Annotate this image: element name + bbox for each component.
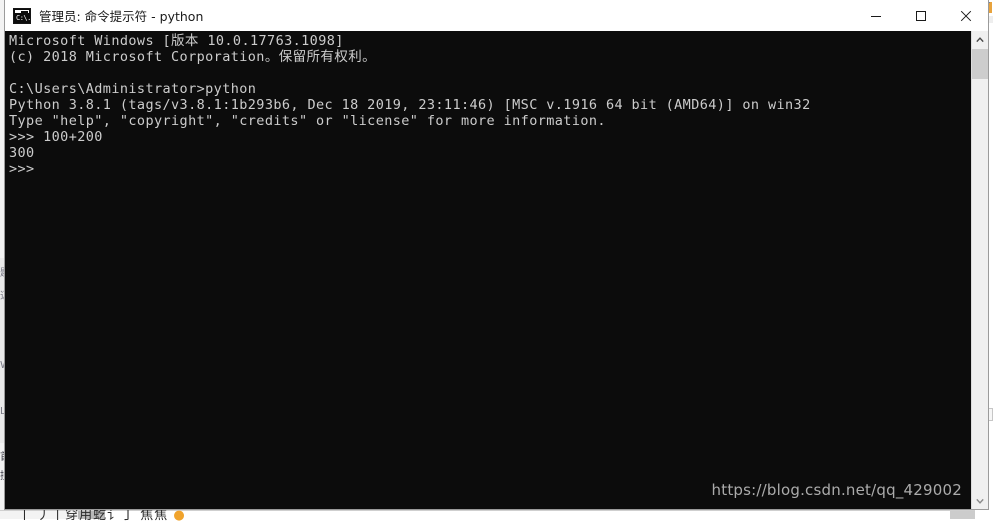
cmd-icon: C:\. [13, 7, 31, 24]
watermark-text: https://blog.csdn.net/qq_429002 [711, 481, 962, 499]
command-prompt-window[interactable]: C:\. 管理员: 命令提示符 - python Microsoft Windo… [4, 0, 989, 510]
background-caption-emoji: ● [173, 508, 186, 523]
window-title-bar[interactable]: C:\. 管理员: 命令提示符 - python [5, 0, 988, 32]
minimize-button[interactable] [853, 0, 898, 31]
cmd-icon-titlebar [15, 9, 29, 14]
console-text: Microsoft Windows [版本 10.0.17763.1098] (… [9, 33, 811, 177]
background-bottom-right [105, 511, 975, 519]
maximize-button[interactable] [898, 0, 943, 31]
scrollbar-thumb[interactable] [972, 49, 988, 79]
window-title: 管理员: 命令提示符 - python [39, 9, 204, 24]
console-scrollbar[interactable] [971, 31, 988, 509]
cmd-icon-prompt-glyph: C:\. [16, 13, 31, 22]
background-bottom-caption-text: 丨 丿丨穿用虼讠丁 焦焦 [18, 508, 169, 523]
window-controls [853, 0, 988, 31]
background-bottom-right-thumb[interactable] [950, 511, 975, 519]
close-button[interactable] [943, 0, 988, 31]
console-output-area[interactable]: Microsoft Windows [版本 10.0.17763.1098] (… [5, 31, 988, 509]
scrollbar-down-arrow-icon[interactable] [972, 492, 988, 509]
scrollbar-up-arrow-icon[interactable] [972, 31, 988, 48]
